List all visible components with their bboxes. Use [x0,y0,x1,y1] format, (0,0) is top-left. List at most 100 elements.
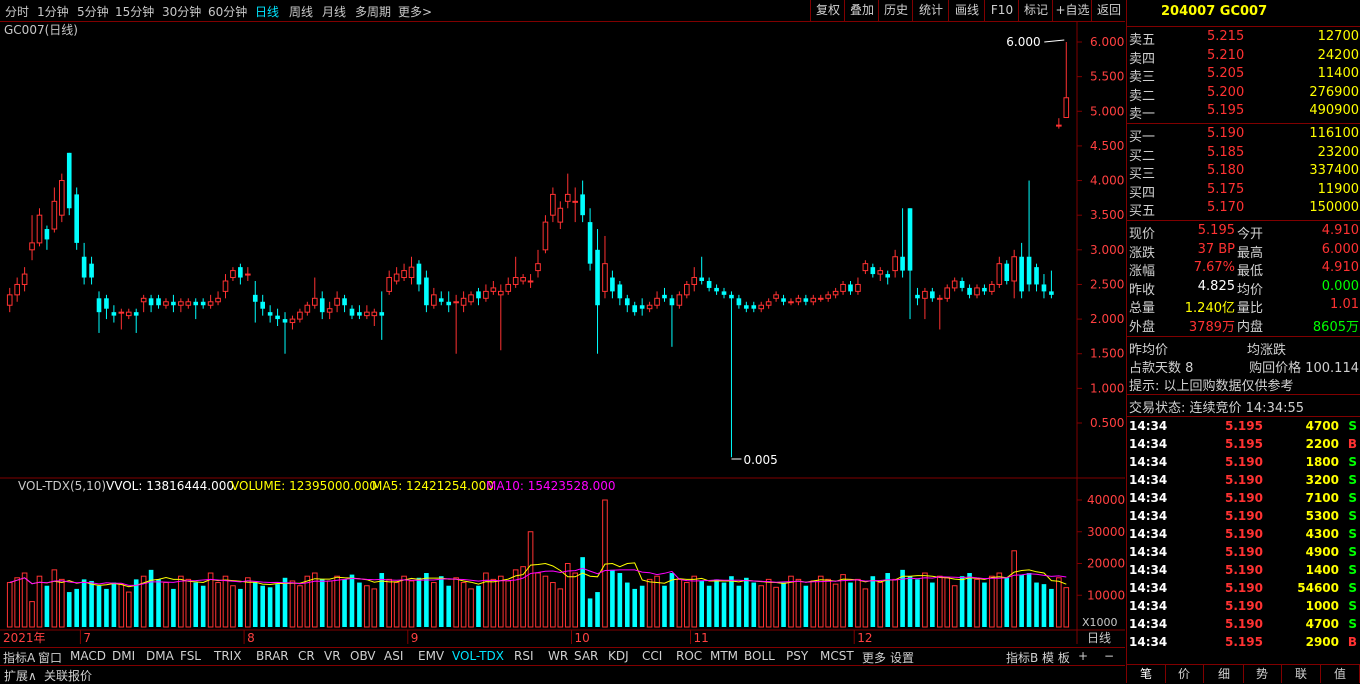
volume-bar [654,575,660,628]
toolbar-button-7[interactable]: +自选 [1052,0,1092,21]
toolbar-button-1[interactable]: 叠加 [844,0,879,21]
tick-row: 14:34 5.190 1000 S [1127,597,1360,615]
indicator-control-2[interactable]: + [1078,649,1088,663]
volume-bar [401,575,407,628]
quote-label: 总量 [1129,301,1156,317]
indicator-tab-3[interactable]: DMI [112,649,135,663]
status-tab-1[interactable]: 关联报价 [44,667,92,684]
toolbar-button-6[interactable]: 标记 [1018,0,1053,21]
quote-row: 涨幅 7.67% 最低 4.910 [1127,259,1360,279]
detail-tab-4[interactable]: 联 [1282,665,1321,683]
indicator-tab-1[interactable]: 窗口 [38,649,62,666]
detail-tab-5[interactable]: 值 [1321,665,1360,683]
order-book-row[interactable]: 卖二 5.200 276900 [1127,84,1360,104]
period-tab-9[interactable]: 多周期 [355,3,391,20]
period-tab-1[interactable]: 1分钟 [37,3,69,20]
order-book-row[interactable]: 卖一 5.195 490900 [1127,102,1360,122]
status-tab-0[interactable]: 扩展∧ [4,667,37,684]
volume-bar [699,580,704,627]
volume-bar [580,557,585,627]
toolbar-button-2[interactable]: 历史 [878,0,913,21]
candle-body [438,298,444,302]
volume-bar [468,588,474,628]
indicator-tab-15[interactable]: WR [548,649,568,663]
indicator-control-1[interactable]: 模 板 [1042,649,1070,666]
order-book-row[interactable]: 卖四 5.210 24200 [1127,47,1360,67]
indicator-control-3[interactable]: − [1104,649,1114,663]
indicator-tab-5[interactable]: FSL [180,649,201,663]
volume-bar [193,582,199,627]
order-book-row[interactable]: 买一 5.190 116100 [1127,125,1360,145]
indicator-tab-20[interactable]: MTM [710,649,738,663]
indicator-tab-19[interactable]: ROC [676,649,702,663]
candle-body [527,280,534,283]
candle-body [460,297,467,306]
candle-body [483,290,489,299]
order-book-row[interactable]: 买二 5.185 23200 [1127,144,1360,164]
candle-body [773,294,779,299]
period-tab-5[interactable]: 60分钟 [208,3,247,20]
indicator-tab-2[interactable]: MACD [70,649,106,663]
kline-chart-area[interactable]: 6.000 5.500 5.000 4.500 4.000 3.500 3.000 2.500… [0,22,1125,645]
candle-body [610,277,615,292]
candle-body [535,263,541,272]
indicator-tab-17[interactable]: KDJ [608,649,629,663]
volume-bar [877,582,884,628]
indicator-tab-7[interactable]: BRAR [256,649,289,663]
indicator-tab-11[interactable]: ASI [384,649,403,663]
detail-tab-0[interactable]: 笔 [1127,665,1166,683]
order-book-row[interactable]: 买四 5.175 11900 [1127,181,1360,201]
detail-tab-3[interactable]: 势 [1243,665,1282,683]
indicator-tab-16[interactable]: SAR [574,649,598,663]
kline-chart-svg[interactable]: 6.000 5.500 5.000 4.500 4.000 3.500 3.000 2.500… [0,22,1125,645]
indicator-tab-9[interactable]: VR [324,649,341,663]
order-book-row[interactable]: 买三 5.180 337400 [1127,162,1360,182]
period-label: 日线 [1087,631,1111,644]
indicator-tab-14[interactable]: RSI [514,649,534,663]
period-tab-8[interactable]: 月线 [322,3,346,20]
candle-body [408,266,415,279]
indicator-control-0[interactable]: 指标B [1006,649,1038,666]
indicator-tab-8[interactable]: CR [298,649,315,663]
indicator-tab-24[interactable]: 更多 [862,649,886,666]
tick-row: 14:34 5.190 4300 S [1127,525,1360,543]
toolbar-button-0[interactable]: 复权 [810,0,845,21]
indicator-tab-25[interactable]: 设置 [890,649,914,666]
candle-body [497,290,504,296]
indicator-tab-4[interactable]: DMA [146,649,174,663]
order-book-row[interactable]: 买五 5.170 150000 [1127,199,1360,219]
period-tab-3[interactable]: 15分钟 [115,3,154,20]
indicator-tab-21[interactable]: BOLL [744,649,775,663]
tick-price: 5.190 [1225,490,1263,505]
toolbar-button-8[interactable]: 返回 [1091,0,1126,21]
indicator-tab-13[interactable]: VOL-TDX [452,649,504,663]
indicator-tab-22[interactable]: PSY [786,649,808,663]
order-book-row[interactable]: 卖五 5.215 12700 [1127,28,1360,48]
period-tab-10[interactable]: 更多> [398,3,432,20]
indicator-tab-23[interactable]: MCST [820,649,854,663]
volume-bar [476,585,481,627]
detail-tab-2[interactable]: 细 [1205,665,1244,683]
quote-value: 37 BP [1197,241,1235,257]
candle-body [252,294,258,302]
volume-bar [646,578,653,628]
candle-body [580,194,585,216]
toolbar-button-3[interactable]: 统计 [912,0,949,21]
tick-side: S [1348,508,1357,523]
indicator-tab-10[interactable]: OBV [350,649,376,663]
period-tab-6[interactable]: 日线 [255,3,279,20]
volume-bar [431,582,437,628]
period-tab-4[interactable]: 30分钟 [162,3,201,20]
period-tab-7[interactable]: 周线 [289,3,313,20]
toolbar-button-5[interactable]: F10 [984,0,1019,21]
period-tab-2[interactable]: 5分钟 [77,3,109,20]
volume-bar [662,585,667,627]
indicator-tab-12[interactable]: EMV [418,649,444,663]
detail-tab-1[interactable]: 价 [1165,665,1204,683]
indicator-tab-18[interactable]: CCI [642,649,662,663]
indicator-tab-0[interactable]: 指标A [3,649,35,666]
indicator-tab-6[interactable]: TRIX [214,649,241,663]
period-tab-0[interactable]: 分时 [5,3,29,20]
order-book-row[interactable]: 卖三 5.205 11400 [1127,65,1360,85]
toolbar-button-4[interactable]: 画线 [948,0,985,21]
